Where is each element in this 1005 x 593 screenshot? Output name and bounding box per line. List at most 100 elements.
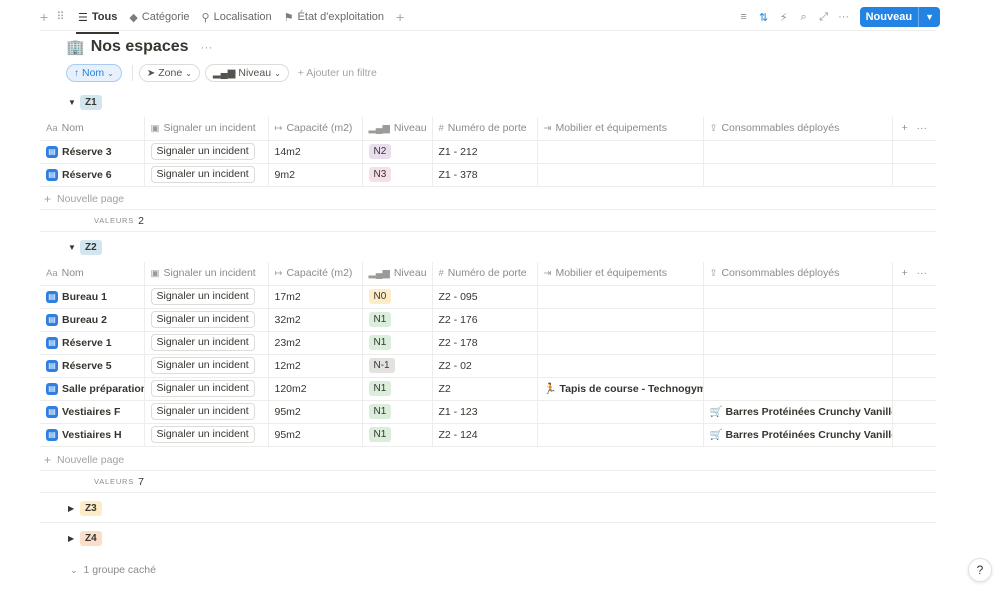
new-button-label[interactable]: Nouveau [860, 7, 918, 27]
consumables-relation[interactable]: 🛒 Barres Protéinées Crunchy Vanille 🛒 [710, 406, 892, 418]
group-header-z1[interactable]: ▼ Z1 [68, 93, 102, 111]
add-filter-button[interactable]: + Ajouter un filtre [298, 67, 377, 79]
hidden-groups-toggle[interactable]: ⌄ 1 groupe caché [70, 564, 156, 576]
niveau-cell[interactable]: N1 [362, 331, 433, 355]
triangle-right-icon[interactable]: ▶ [68, 534, 80, 543]
niveau-cell[interactable]: N2 [362, 140, 433, 164]
more-icon[interactable]: ··· [916, 122, 927, 134]
add-column-button[interactable]: + ··· [892, 262, 936, 286]
page-link[interactable]: ▤ Vestiaires F [46, 405, 138, 418]
column-header[interactable]: ↦ Capacité (m2) [268, 117, 363, 141]
report-incident-button[interactable]: Signaler un incident [150, 426, 255, 443]
table-row[interactable]: ▤ Salle préparation p Signaler un incident… [40, 377, 936, 401]
filter-icon[interactable]: ≡ [734, 11, 754, 23]
name-cell[interactable]: ▤ Réserve 6 [40, 163, 145, 187]
report-incident-button[interactable]: Signaler un incident [150, 334, 255, 351]
summary-row[interactable]: VALEURS 2 [40, 210, 936, 232]
consumables-relation[interactable]: 🛒 Barres Protéinées Crunchy Vanille 🛒 [710, 429, 892, 441]
consumables-cell[interactable] [703, 354, 893, 378]
table-row[interactable]: ▤ Réserve 1 Signaler un incident 23m2 N1 Z2 -… [40, 331, 936, 355]
door-number-cell[interactable]: Z2 [432, 377, 538, 401]
capacity-cell[interactable]: 9m2 [268, 163, 363, 187]
table-row[interactable]: ▤ Bureau 1 Signaler un incident 17m2 N0 Z2 - … [40, 285, 936, 309]
consumables-cell[interactable] [703, 163, 893, 187]
column-header[interactable]: ⇥ Mobilier et équipements [537, 262, 704, 286]
niveau-filter-chip[interactable]: ▂▄▆ Niveau ⌄ [204, 64, 289, 82]
page-link[interactable]: ▤ Bureau 2 [46, 313, 138, 326]
name-cell[interactable]: ▤ Salle préparation p [40, 377, 145, 401]
equipment-cell[interactable] [537, 354, 704, 378]
table-row[interactable]: ▤ Bureau 2 Signaler un incident 32m2 N1 Z2 - … [40, 308, 936, 332]
table-row[interactable]: ▤ Vestiaires F Signaler un incident 95m2 N1 Z… [40, 400, 936, 424]
column-header[interactable]: ⇪ Consommables déployés [703, 262, 893, 286]
door-number-cell[interactable]: Z1 - 123 [432, 400, 538, 424]
group-header-z2[interactable]: ▼ Z2 [68, 238, 102, 256]
column-header[interactable]: ▣ Signaler un incident [144, 262, 269, 286]
name-cell[interactable]: ▤ Réserve 3 [40, 140, 145, 164]
column-header[interactable]: Aa Nom [40, 262, 145, 286]
search-icon[interactable]: ⌕ [794, 11, 814, 24]
capacity-cell[interactable]: 95m2 [268, 423, 363, 447]
more-icon[interactable]: ··· [834, 11, 854, 23]
door-number-cell[interactable]: Z2 - 178 [432, 331, 538, 355]
niveau-cell[interactable]: N-1 [362, 354, 433, 378]
door-number-cell[interactable]: Z2 - 124 [432, 423, 538, 447]
summary-row[interactable]: VALEURS 7 [40, 471, 936, 493]
column-header[interactable]: ⇥ Mobilier et équipements [537, 117, 704, 141]
equipment-cell[interactable] [537, 140, 704, 164]
triangle-right-icon[interactable]: ▶ [68, 504, 80, 513]
tab-categorie[interactable]: ◆ Catégorie [123, 5, 195, 29]
table-row[interactable]: ▤ Vestiaires H Signaler un incident 95m2 N1 Z… [40, 423, 936, 447]
capacity-cell[interactable]: 23m2 [268, 331, 363, 355]
consumables-cell[interactable]: 🛒 Barres Protéinées Crunchy Vanille 🛒 [703, 400, 893, 424]
niveau-cell[interactable]: N1 [362, 423, 433, 447]
name-cell[interactable]: ▤ Bureau 2 [40, 308, 145, 332]
column-header[interactable]: # Numéro de porte [432, 262, 538, 286]
expand-icon[interactable]: ⤢ [814, 11, 834, 24]
niveau-cell[interactable]: N1 [362, 377, 433, 401]
report-incident-button[interactable]: Signaler un incident [150, 380, 255, 397]
report-incident-button[interactable]: Signaler un incident [150, 403, 255, 420]
report-incident-button[interactable]: Signaler un incident [150, 166, 255, 183]
niveau-cell[interactable]: N3 [362, 163, 433, 187]
page-link[interactable]: ▤ Salle préparation p [46, 382, 143, 395]
name-cell[interactable]: ▤ Réserve 1 [40, 331, 145, 355]
add-view-icon[interactable]: + [390, 9, 410, 25]
new-button[interactable]: Nouveau ▼ [859, 7, 940, 27]
capacity-cell[interactable]: 32m2 [268, 308, 363, 332]
consumables-cell[interactable] [703, 285, 893, 309]
name-cell[interactable]: ▤ Vestiaires H [40, 423, 145, 447]
report-incident-button[interactable]: Signaler un incident [150, 143, 255, 160]
more-icon[interactable]: ··· [201, 40, 213, 54]
group-header-z4[interactable]: ▶ Z4 [68, 529, 102, 547]
equipment-cell[interactable] [537, 163, 704, 187]
report-incident-button[interactable]: Signaler un incident [150, 288, 255, 305]
equipment-cell[interactable] [537, 423, 704, 447]
tab-etat-exploitation[interactable]: ⚑ État d'exploitation [278, 5, 390, 29]
equipment-cell[interactable] [537, 331, 704, 355]
triangle-down-icon[interactable]: ▼ [68, 98, 80, 107]
table-row[interactable]: ▤ Réserve 5 Signaler un incident 12m2 N-1 Z2 … [40, 354, 936, 378]
table-row[interactable]: ▤ Réserve 3 Signaler un incident 14m2 N2 Z1 -… [40, 140, 936, 164]
chevron-down-icon[interactable]: ▼ [918, 7, 940, 27]
equipment-cell[interactable] [537, 400, 704, 424]
capacity-cell[interactable]: 95m2 [268, 400, 363, 424]
page-link[interactable]: ▤ Bureau 1 [46, 290, 138, 303]
tab-tous[interactable]: ☰ Tous [72, 5, 123, 34]
consumables-cell[interactable] [703, 140, 893, 164]
tab-localisation[interactable]: ⚲ Localisation [196, 5, 278, 29]
door-number-cell[interactable]: Z1 - 378 [432, 163, 538, 187]
column-header[interactable]: Aa Nom [40, 117, 145, 141]
capacity-cell[interactable]: 120m2 [268, 377, 363, 401]
report-incident-button[interactable]: Signaler un incident [150, 311, 255, 328]
name-cell[interactable]: ▤ Réserve 5 [40, 354, 145, 378]
group-header-z3[interactable]: ▶ Z3 [68, 499, 102, 517]
add-column-button[interactable]: + ··· [892, 117, 936, 141]
page-link[interactable]: ▤ Réserve 1 [46, 336, 138, 349]
equipment-cell[interactable]: 🏃 Tapis de course - Technogym [537, 377, 704, 401]
door-number-cell[interactable]: Z2 - 176 [432, 308, 538, 332]
column-header[interactable]: ↦ Capacité (m2) [268, 262, 363, 286]
zone-filter-chip[interactable]: ➤ Zone ⌄ [138, 64, 200, 82]
column-header[interactable]: ▂▄▆ Niveau [362, 262, 433, 286]
name-cell[interactable]: ▤ Bureau 1 [40, 285, 145, 309]
